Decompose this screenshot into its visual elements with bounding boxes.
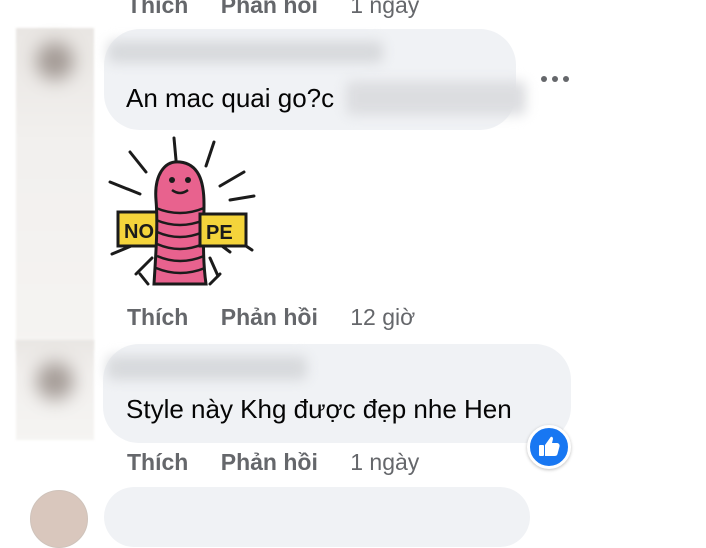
more-options-icon[interactable] xyxy=(541,66,571,92)
reply-link[interactable]: Phản hồi xyxy=(221,449,318,475)
comment-text: Style này Khg được đẹp nhe Hen xyxy=(126,394,512,424)
avatar[interactable] xyxy=(30,490,88,548)
comment-time: 1 ngày xyxy=(350,449,420,475)
nope-worm-sticker: NO PE xyxy=(106,134,258,286)
like-link[interactable]: Thích xyxy=(127,449,188,475)
comment-bubble: An mac quai go?c xyxy=(104,29,526,130)
avatar[interactable] xyxy=(16,340,94,440)
sticker-caption-right: PE xyxy=(206,222,233,244)
comment-bubble: Style này Khg được đẹp nhe Hen xyxy=(103,344,571,443)
comment-actions-top: Thích Phản hồi 1 ngày xyxy=(127,0,419,19)
sticker-graphic: NO PE xyxy=(108,136,256,286)
author-name-redacted[interactable] xyxy=(107,356,307,380)
sticker-caption-left: NO xyxy=(124,221,154,243)
reply-link[interactable]: Phản hồi xyxy=(221,0,318,18)
avatar[interactable] xyxy=(16,28,94,350)
redacted-text xyxy=(346,81,526,115)
like-link[interactable]: Thích xyxy=(127,0,188,18)
comment-actions: Thích Phản hồi 12 giờ xyxy=(127,304,415,331)
comment-time: 1 ngày xyxy=(350,0,420,18)
reply-link[interactable]: Phản hồi xyxy=(221,304,318,330)
thumbs-up-icon xyxy=(539,436,560,456)
comment-actions: Thích Phản hồi 1 ngày xyxy=(127,449,419,476)
comment-text: An mac quai go?c xyxy=(126,83,335,113)
like-link[interactable]: Thích xyxy=(127,304,188,330)
comment-bubble xyxy=(104,487,530,547)
comment-time: 12 giờ xyxy=(350,304,416,330)
like-reaction-icon[interactable] xyxy=(527,425,571,469)
author-name-redacted[interactable] xyxy=(108,41,383,63)
